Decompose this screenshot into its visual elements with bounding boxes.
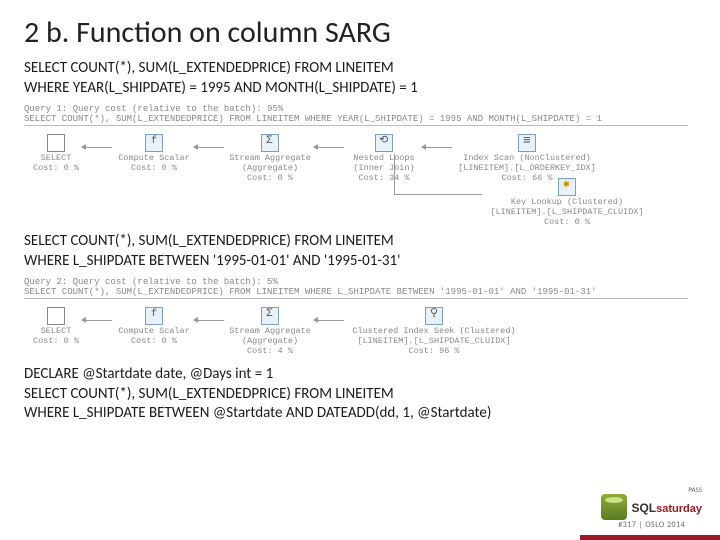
select-icon — [47, 307, 65, 325]
plan2-sql-line: SELECT COUNT(*), SUM(L_EXTENDEDPRICE) FR… — [24, 287, 688, 297]
execution-plan-2: SELECT Cost: 0 % Compute Scalar Cost: 0 … — [24, 303, 688, 359]
plan1-sql-line: SELECT COUNT(*), SUM(L_EXTENDEDPRICE) FR… — [24, 114, 688, 124]
select-icon — [47, 134, 65, 152]
arrow-icon — [84, 315, 112, 325]
index-scan-icon — [518, 134, 536, 152]
node-cost: Cost: 4 % — [226, 347, 314, 357]
sql2-line2: WHERE L_SHIPDATE BETWEEN '1995-01-01' AN… — [24, 252, 696, 272]
plan1-cost-line: Query 1: Query cost (relative to the bat… — [24, 104, 688, 114]
sql3-line3: WHERE L_SHIPDATE BETWEEN @Startdate AND … — [24, 404, 696, 424]
node-cost: Cost: 0 % — [114, 164, 194, 174]
sql1-line1: SELECT COUNT(*), SUM(L_EXTENDEDPRICE) FR… — [24, 59, 696, 79]
node-cost: Cost: 0 % — [226, 174, 314, 184]
nested-loops-icon — [375, 134, 393, 152]
compute-scalar-icon — [145, 307, 163, 325]
sql-block-2: SELECT COUNT(*), SUM(L_EXTENDEDPRICE) FR… — [24, 232, 696, 271]
node-cost: Cost: 96 % — [346, 347, 522, 357]
key-lookup-icon — [558, 178, 576, 196]
plan2-header: Query 2: Query cost (relative to the bat… — [24, 275, 688, 299]
slide-title: 2 b. Function on column SARG — [24, 14, 696, 51]
node-cost: Cost: 0 % — [114, 337, 194, 347]
clustered-index-seek-icon — [425, 307, 443, 325]
sql1-line2: WHERE YEAR(L_SHIPDATE) = 1995 AND MONTH(… — [24, 79, 696, 99]
sql-block-1: SELECT COUNT(*), SUM(L_EXTENDEDPRICE) FR… — [24, 59, 696, 98]
sql3-line2: SELECT COUNT(*), SUM(L_EXTENDEDPRICE) FR… — [24, 385, 696, 405]
sqlsaturday-logo: PASS SQLsaturday #317 | OSLO 2014 — [601, 485, 702, 530]
arrow-icon — [316, 315, 344, 325]
stream-aggregate-icon — [261, 134, 279, 152]
node-cost: Cost: 0 % — [484, 218, 650, 228]
node-cost: Cost: 34 % — [346, 174, 422, 184]
stream-aggregate-icon — [261, 307, 279, 325]
compute-scalar-icon — [145, 134, 163, 152]
arrow-icon — [316, 142, 344, 152]
sql2-line1: SELECT COUNT(*), SUM(L_EXTENDEDPRICE) FR… — [24, 232, 696, 252]
logo-sql: SQL — [631, 501, 656, 515]
sql3-line1: DECLARE @Startdate date, @Days int = 1 — [24, 365, 696, 385]
database-icon — [601, 494, 627, 520]
plan1-header: Query 1: Query cost (relative to the bat… — [24, 102, 688, 126]
node-cost: Cost: 0 % — [30, 337, 82, 347]
node-cost: Cost: 0 % — [30, 164, 82, 174]
logo-saturday: saturday — [656, 503, 702, 515]
arrow-icon — [84, 142, 112, 152]
connector-line — [394, 194, 482, 195]
execution-plan-1: SELECT Cost: 0 % Compute Scalar Cost: 0 … — [24, 130, 688, 226]
footer-accent-bar — [580, 535, 720, 540]
logo-event: #317 | OSLO 2014 — [601, 520, 702, 530]
plan2-cost-line: Query 2: Query cost (relative to the bat… — [24, 277, 688, 287]
sql-block-3: DECLARE @Startdate date, @Days int = 1 S… — [24, 365, 696, 424]
arrow-icon — [196, 142, 224, 152]
logo-pass: PASS — [601, 485, 702, 494]
arrow-icon — [424, 142, 452, 152]
arrow-icon — [196, 315, 224, 325]
connector-line — [394, 154, 395, 194]
